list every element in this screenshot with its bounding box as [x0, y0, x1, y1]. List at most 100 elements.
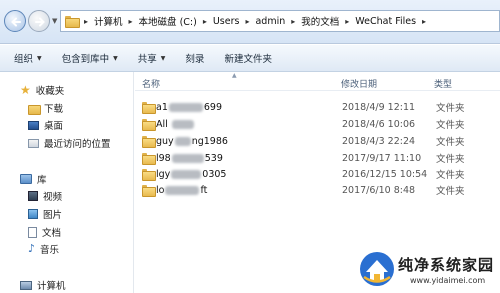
breadcrumb-local-disk[interactable]: 本地磁盘 (C:) [139, 14, 197, 28]
redaction-blur [171, 169, 202, 179]
chevron-right-icon[interactable]: ▸ [129, 17, 133, 26]
library-icon [20, 174, 32, 184]
file-name-end: 699 [203, 101, 223, 113]
nav-desktop-label: 桌面 [44, 121, 64, 132]
file-row[interactable]: guy ng1986 2018/4/3 22:24 文件夹 [140, 132, 500, 150]
nav-desktop[interactable]: 桌面 [28, 118, 63, 132]
file-name: a1 699 [156, 102, 222, 113]
downloads-folder-icon [28, 104, 41, 115]
folder-icon [65, 16, 80, 28]
file-name: lgy 0305 [156, 169, 226, 180]
watermark-url: www.yidaimei.com [410, 276, 486, 285]
file-name-end: ft [200, 184, 208, 196]
forward-button[interactable] [28, 10, 50, 32]
video-icon [28, 191, 38, 201]
back-button[interactable] [4, 10, 26, 32]
picture-icon [28, 209, 38, 219]
file-row[interactable]: lo ft 2017/6/10 8:48 文件夹 [140, 181, 500, 199]
nav-documents[interactable]: 文档 [28, 225, 61, 239]
nav-documents-label: 文档 [42, 228, 62, 239]
nav-recent-places[interactable]: 最近访问的位置 [28, 136, 111, 150]
address-path[interactable]: ▸ 计算机 ▸ 本地磁盘 (C:) ▸ Users ▸ admin ▸ 我的文档… [60, 10, 500, 32]
file-name-start: a1 [156, 101, 168, 113]
recent-places-icon [28, 138, 39, 148]
burn-label: 刻录 [185, 54, 205, 65]
nav-downloads-label: 下载 [44, 104, 64, 115]
file-name-start: lgy [156, 168, 171, 180]
include-in-library-label: 包含到库中 [61, 54, 110, 65]
file-name: lo ft [156, 185, 207, 196]
document-icon [28, 226, 37, 238]
new-folder-label: 新建文件夹 [224, 54, 272, 65]
burn-button[interactable]: 刻录 [185, 51, 204, 65]
chevron-right-icon[interactable]: ▸ [291, 17, 295, 26]
include-in-library-button[interactable]: 包含到库中 ▼ [62, 51, 118, 65]
nav-music-label: 音乐 [40, 245, 60, 256]
folder-icon [142, 102, 156, 114]
history-dropdown-icon[interactable]: ▼ [52, 17, 57, 25]
command-toolbar: 组织 ▼ 包含到库中 ▼ 共享 ▼ 刻录 新建文件夹 [0, 45, 500, 72]
breadcrumb-wechat-files[interactable]: WeChat Files [355, 16, 416, 27]
file-name: l98 539 [156, 153, 223, 164]
folder-icon [142, 169, 156, 181]
file-type: 文件夹 [436, 154, 465, 165]
breadcrumb-my-documents[interactable]: 我的文档 [301, 14, 339, 28]
header-divider [135, 90, 500, 91]
nav-pictures[interactable]: 图片 [28, 207, 62, 221]
nav-recent-label: 最近访问的位置 [44, 139, 111, 150]
breadcrumb-admin[interactable]: admin [255, 16, 285, 27]
file-name-start: lo [156, 184, 165, 196]
nav-pictures-label: 图片 [43, 210, 63, 221]
chevron-down-icon: ▼ [113, 54, 118, 62]
share-label: 共享 [137, 54, 157, 65]
nav-libraries-label: 库 [37, 175, 47, 186]
nav-videos[interactable]: 视频 [28, 189, 62, 203]
organize-label: 组织 [14, 54, 34, 65]
chevron-right-icon[interactable]: ▸ [345, 17, 349, 26]
nav-music[interactable]: ♪ 音乐 [28, 242, 59, 256]
new-folder-button[interactable]: 新建文件夹 [224, 51, 272, 65]
computer-icon [20, 280, 32, 290]
chevron-right-icon[interactable]: ▸ [203, 17, 207, 26]
address-bar: ▼ ▸ 计算机 ▸ 本地磁盘 (C:) ▸ Users ▸ admin ▸ 我的… [0, 0, 500, 44]
file-name-start: l98 [156, 152, 171, 164]
file-name-start: All [156, 118, 171, 130]
redaction-blur [168, 102, 203, 112]
file-row[interactable]: a1 699 2018/4/9 12:11 文件夹 [140, 98, 500, 116]
chevron-right-icon[interactable]: ▸ [84, 17, 88, 26]
file-name-start: guy [156, 135, 174, 147]
organize-button[interactable]: 组织 ▼ [14, 51, 42, 65]
sort-indicator-icon: ▲ [232, 72, 237, 79]
folder-icon [142, 185, 156, 197]
watermark-logo-icon [360, 252, 394, 286]
redaction-blur [171, 153, 204, 163]
chevron-right-icon[interactable]: ▸ [245, 17, 249, 26]
redaction-blur [165, 185, 200, 195]
chevron-right-icon[interactable]: ▸ [422, 17, 426, 26]
file-type: 文件夹 [436, 186, 465, 197]
nav-computer[interactable]: 计算机 [20, 278, 66, 292]
file-modified-date: 2018/4/9 12:11 [342, 101, 416, 113]
folder-icon [142, 119, 156, 131]
arrow-right-icon [35, 17, 45, 27]
file-name-end: 539 [204, 152, 223, 164]
file-type: 文件夹 [436, 137, 465, 148]
share-button[interactable]: 共享 ▼ [138, 51, 166, 65]
file-name-end: ng1986 [191, 135, 228, 147]
breadcrumb-users[interactable]: Users [213, 16, 240, 27]
star-icon: ★ [20, 83, 31, 97]
nav-downloads[interactable]: 下载 [28, 101, 63, 115]
breadcrumb-computer[interactable]: 计算机 [94, 14, 123, 28]
nav-libraries[interactable]: 库 [20, 172, 47, 186]
file-type: 文件夹 [436, 120, 465, 131]
chevron-down-icon: ▼ [37, 54, 42, 62]
file-name-end: 0305 [202, 168, 227, 180]
redaction-blur [171, 119, 194, 129]
nav-favorites[interactable]: ★ 收藏夹 [20, 83, 64, 97]
watermark-title: 纯净系统家园 [398, 256, 495, 274]
file-modified-date: 2017/9/17 11:10 [342, 152, 422, 164]
file-modified-date: 2016/12/15 10:54 [342, 168, 428, 180]
file-row[interactable]: All 2018/4/6 10:06 文件夹 [140, 115, 500, 133]
nav-computer-label: 计算机 [37, 281, 66, 292]
file-modified-date: 2018/4/3 22:24 [342, 135, 416, 147]
